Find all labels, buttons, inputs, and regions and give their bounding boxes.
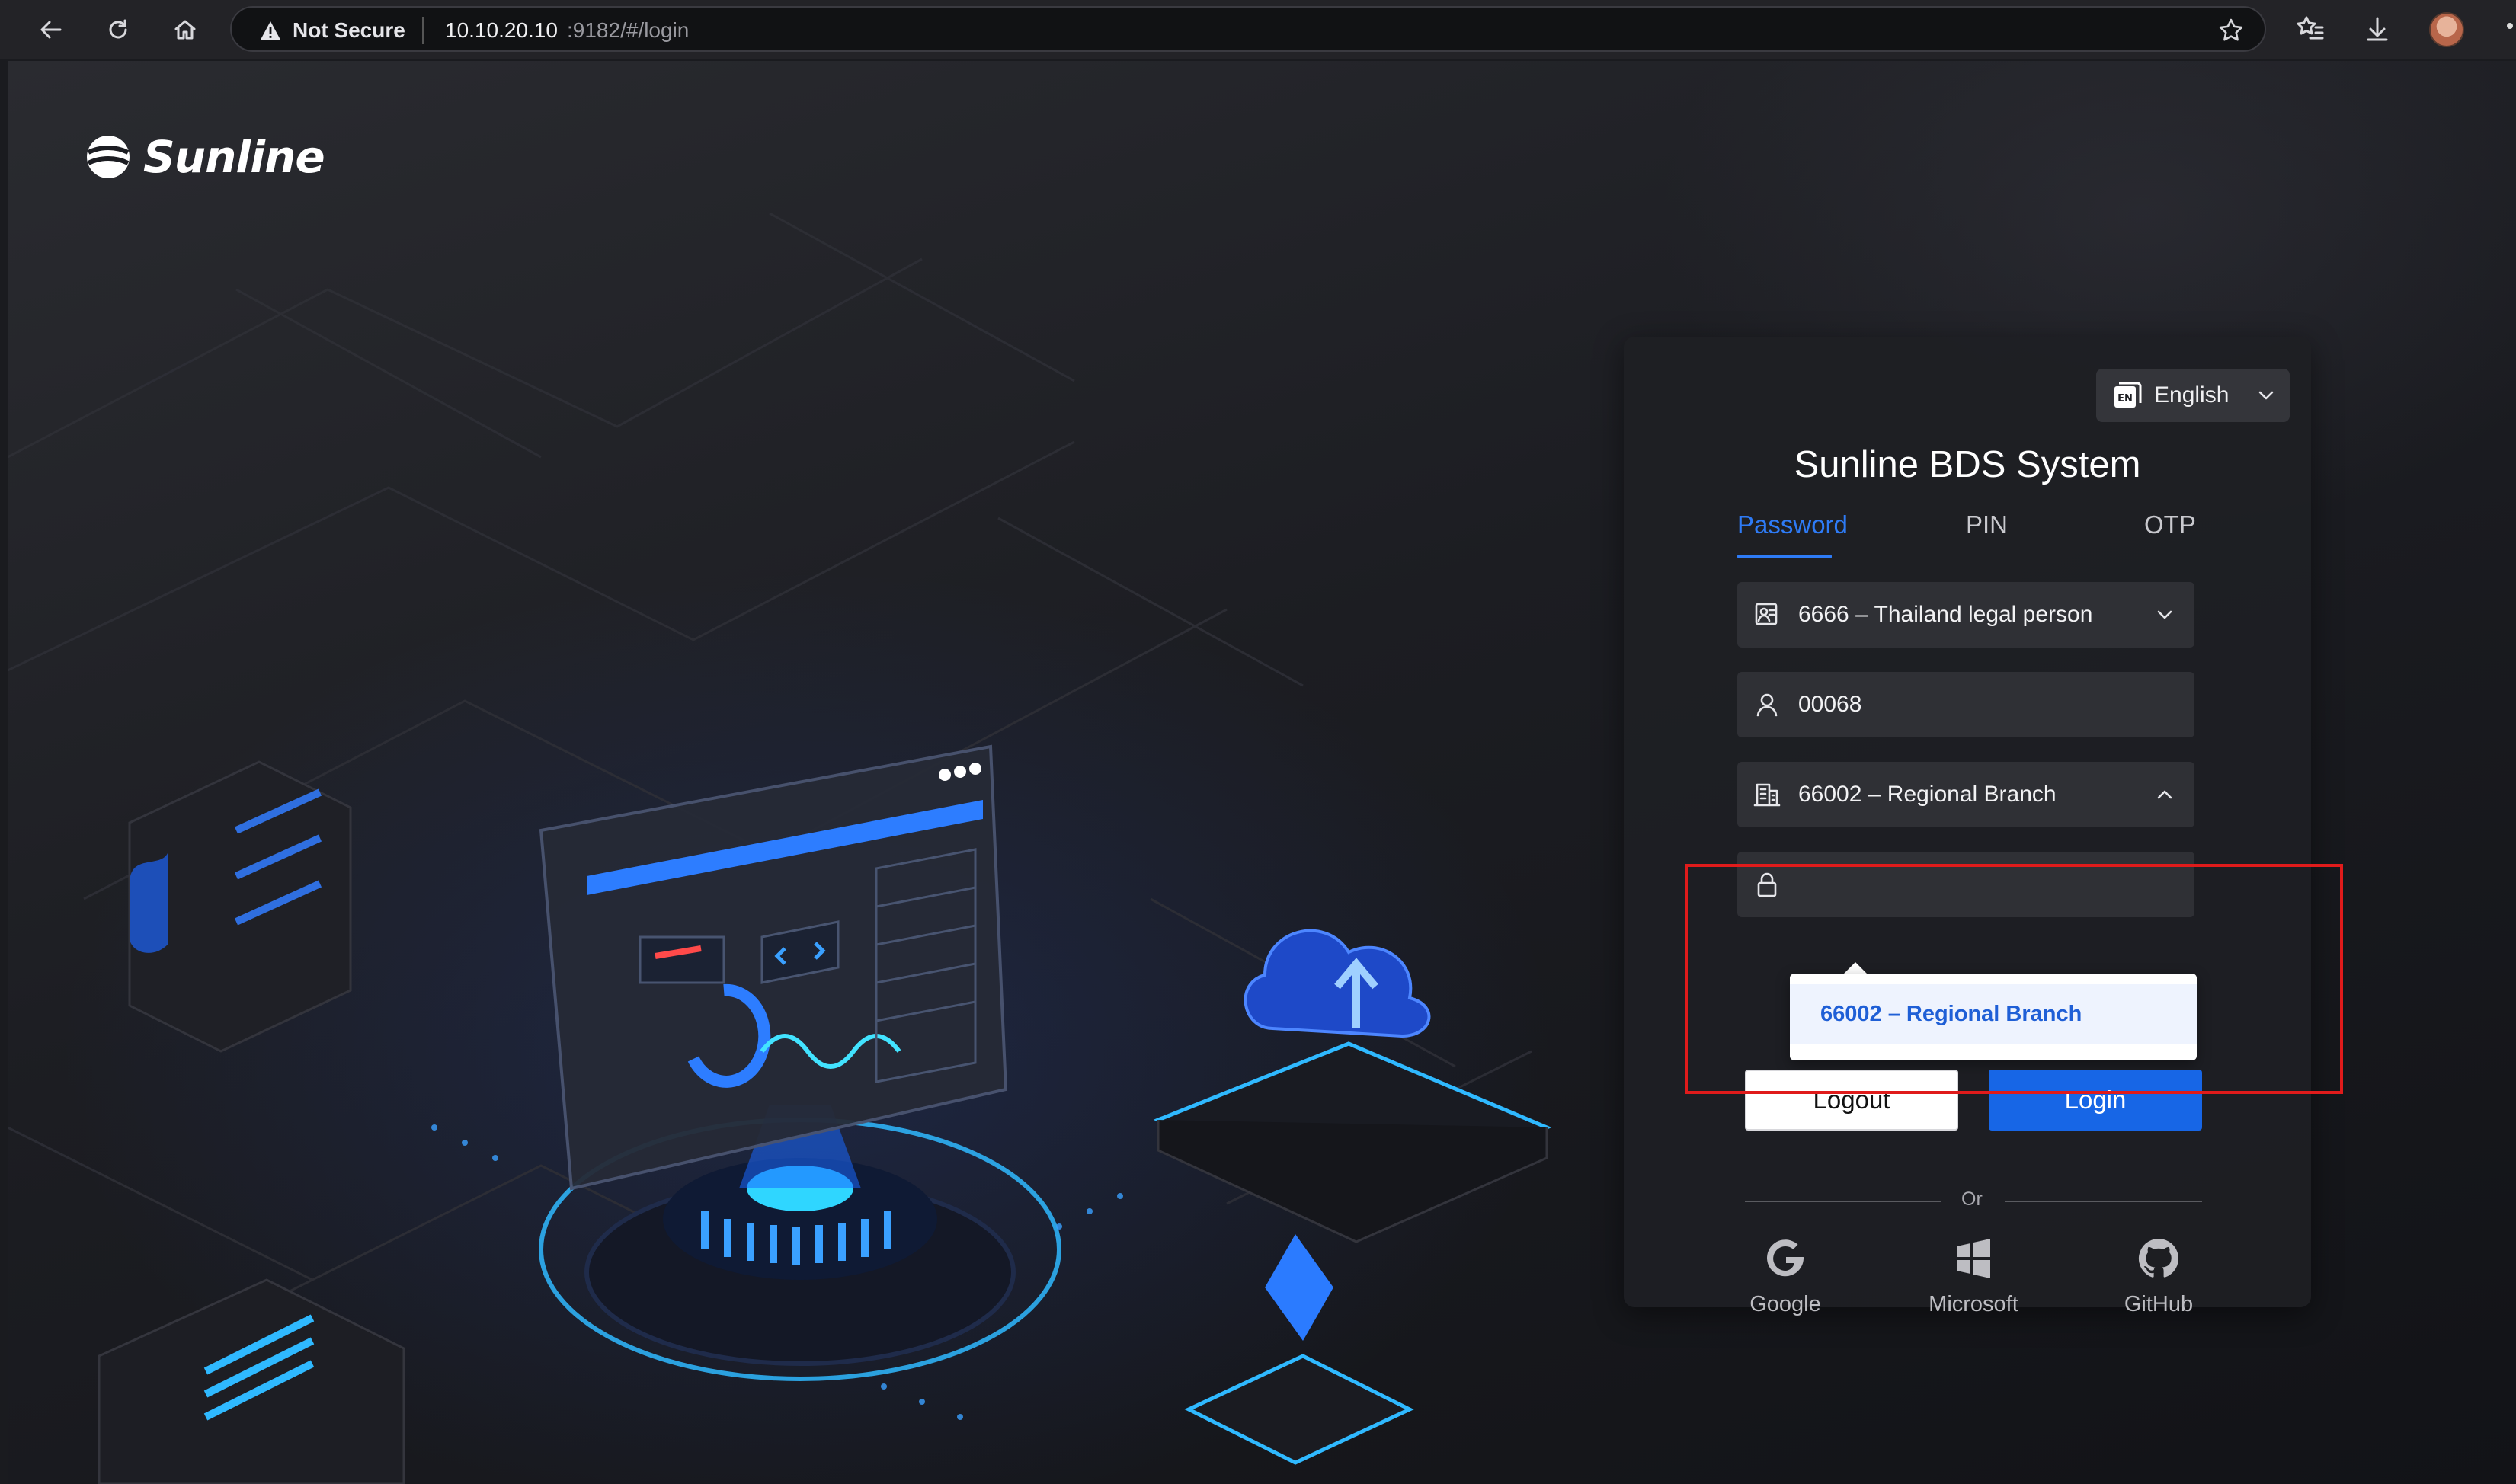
hero-illustration — [8, 212, 1552, 1484]
divider-left — [1745, 1201, 1941, 1202]
highlight-annotation — [1685, 864, 2343, 1094]
branch-value: 66002 – Regional Branch — [1798, 782, 2057, 807]
language-label: English — [2154, 382, 2230, 408]
or-label: Or — [1961, 1188, 1983, 1210]
branch-select[interactable]: 66002 – Regional Branch — [1737, 762, 2194, 827]
brand-name: Sunline — [143, 131, 325, 183]
tab-pin[interactable]: PIN — [1966, 510, 2008, 539]
home-button[interactable] — [166, 11, 204, 49]
download-icon — [2367, 17, 2388, 41]
favorites-icon — [2297, 16, 2324, 40]
tab-otp[interactable]: OTP — [2144, 510, 2196, 539]
tab-password[interactable]: Password — [1737, 510, 1848, 539]
username-field[interactable]: 00068 — [1737, 672, 2194, 737]
favorites-button[interactable] — [2295, 14, 2326, 44]
language-icon: EN — [2114, 382, 2142, 408]
legal-person-value: 6666 – Thailand legal person — [1798, 602, 2093, 627]
language-selector[interactable]: EN English — [2096, 369, 2290, 422]
legal-person-select[interactable]: 6666 – Thailand legal person — [1737, 582, 2194, 648]
more-menu-icon[interactable] — [2507, 23, 2513, 29]
language-badge: EN — [2117, 393, 2133, 405]
microsoft-login-button[interactable]: Microsoft — [1913, 1234, 2034, 1317]
github-icon — [2138, 1238, 2178, 1278]
address-bar[interactable]: Not Secure 10.10.20.10 :9182/#/login — [230, 6, 2266, 52]
chevron-up-icon — [2157, 790, 2172, 799]
security-status[interactable]: Not Secure — [293, 18, 405, 43]
building-icon — [1753, 783, 1781, 807]
back-button[interactable] — [32, 11, 70, 49]
user-icon — [1756, 693, 1778, 717]
legal-person-icon — [1755, 603, 1778, 625]
windows-icon — [1957, 1239, 1990, 1278]
divider-right — [2005, 1201, 2202, 1202]
home-icon — [174, 20, 196, 40]
reload-button[interactable] — [99, 11, 137, 49]
bookmark-star-icon[interactable] — [2217, 17, 2245, 44]
url-path[interactable]: :9182/#/login — [567, 18, 689, 43]
reload-icon — [109, 19, 127, 39]
warning-icon — [261, 21, 280, 40]
profile-avatar[interactable] — [2429, 12, 2464, 47]
downloads-button[interactable] — [2362, 14, 2393, 44]
google-icon — [1767, 1239, 1804, 1277]
page-title: Sunline BDS System — [1794, 444, 2141, 485]
active-tab-indicator — [1737, 555, 1832, 558]
google-login-button[interactable]: Google — [1724, 1234, 1846, 1317]
sunline-logo-icon — [87, 136, 130, 178]
chevron-down-icon — [2258, 391, 2274, 400]
github-label: GitHub — [2124, 1292, 2194, 1316]
brand-logo: Sunline — [84, 131, 325, 183]
browser-toolbar: Not Secure 10.10.20.10 :9182/#/login — [0, 0, 2516, 59]
arrow-left-icon — [40, 21, 62, 39]
login-card: EN English Sunline BDS System Password P… — [1624, 337, 2311, 1307]
github-login-button[interactable]: GitHub — [2098, 1234, 2220, 1317]
url-host[interactable]: 10.10.20.10 — [445, 18, 558, 43]
username-value: 00068 — [1798, 692, 1862, 717]
chevron-down-icon — [2157, 610, 2172, 619]
url-divider — [422, 17, 424, 44]
microsoft-label: Microsoft — [1929, 1292, 2018, 1316]
login-method-tabs: Password PIN OTP — [1737, 510, 2196, 564]
google-label: Google — [1749, 1292, 1821, 1316]
